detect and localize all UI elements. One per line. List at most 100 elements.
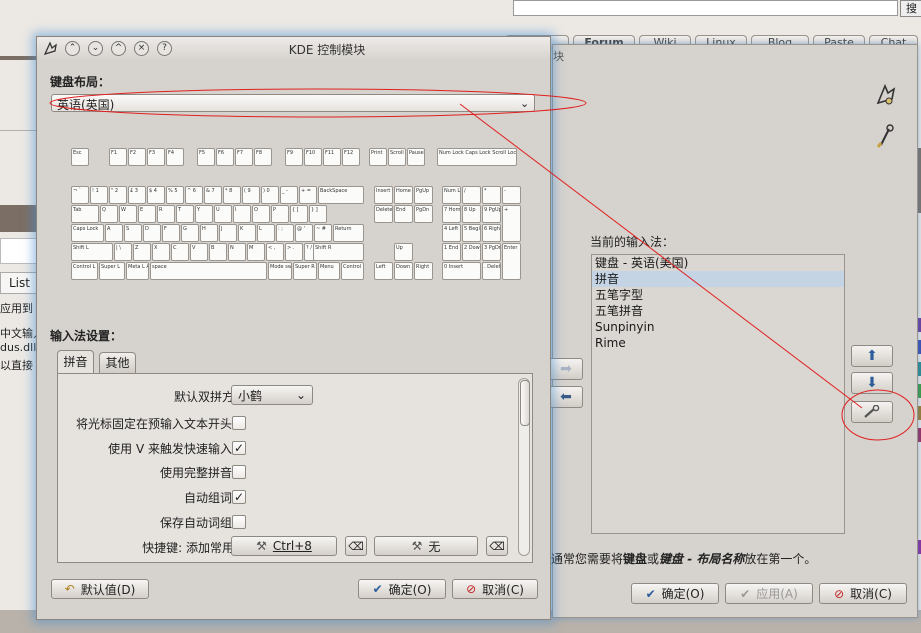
search-button[interactable]: 搜 <box>900 0 921 17</box>
fix-cursor-checkbox[interactable] <box>232 416 246 430</box>
keyboard-key: Tab <box>71 205 99 223</box>
bg-tab-list[interactable]: List <box>0 272 38 294</box>
v-quick-input-checkbox[interactable]: ✓ <box>232 441 246 455</box>
keyboard-key: F <box>162 224 180 242</box>
cancel-button[interactable]: ⊘ 取消(C) <box>819 583 907 604</box>
keyboard-key: : ; <box>276 224 294 242</box>
alt-shortcut-value: 无 <box>428 539 441 554</box>
auto-phrase-checkbox[interactable]: ✓ <box>232 490 246 504</box>
current-im-list[interactable]: 键盘 - 英语(美国) 拼音 五笔字型 五笔拼音 Sunpinyin Rime <box>591 254 845 534</box>
keyboard-layout-select[interactable]: 英语(英国) ⌄ <box>51 94 535 112</box>
keyboard-layout-label: 键盘布局： <box>50 75 111 89</box>
clear-shortcut-button[interactable]: ⌫ <box>345 536 367 556</box>
apply-button[interactable]: ✔ 应用(A) <box>725 583 813 604</box>
clear-alt-shortcut-button[interactable]: ⌫ <box>486 536 508 556</box>
keyboard-key: { [ <box>290 205 308 223</box>
keyboard-key: Print <box>369 148 387 166</box>
hint-part: 键盘 <box>623 552 648 566</box>
keyboard-key: $ 4 <box>147 186 165 204</box>
keyboard-key: Pause <box>407 148 425 166</box>
keyboard-key: 4 Left <box>442 224 461 242</box>
keyboard-key: D <box>143 224 161 242</box>
shortcut-button[interactable]: ⚒ Ctrl+8 <box>231 536 337 556</box>
keyboard-key: N <box>228 243 246 261</box>
pinyin-settings-panel: 默认双拼方案 小鹤 ⌄ 将光标固定在预输入文本开头 使用 V 来触发快速输入 ✓ … <box>57 373 533 563</box>
keyboard-key: & 7 <box>204 186 222 204</box>
full-pinyin-checkbox[interactable] <box>232 465 246 479</box>
chevron-down-icon: ⌄ <box>520 97 530 110</box>
move-up-button[interactable]: ⬆ <box>851 345 893 367</box>
keyboard-key: M <box>247 243 265 261</box>
keyboard-key: > . <box>285 243 303 261</box>
hint-part: 或 <box>647 552 660 566</box>
close-icon[interactable]: × <box>134 41 149 56</box>
search-input[interactable] <box>513 0 898 16</box>
ok-button[interactable]: ✔ 确定(O) <box>358 579 446 599</box>
keyboard-key: F6 <box>216 148 234 166</box>
keyboard-key: Caps Lock <box>71 224 104 242</box>
keyboard-key: Y <box>195 205 213 223</box>
keyboard-key: F5 <box>197 148 215 166</box>
keyboard-key: 7 Home <box>442 205 461 223</box>
backspace-icon: ⌫ <box>489 539 505 553</box>
remove-im-button[interactable]: ⬅ <box>549 386 583 408</box>
im-list-item[interactable]: 五笔字型 <box>592 287 844 303</box>
help-icon[interactable]: ? <box>157 41 172 56</box>
keyboard-key: % 5 <box>166 186 184 204</box>
save-phrase-checkbox[interactable] <box>232 515 246 529</box>
keyboard-key: Home <box>394 186 413 204</box>
keyboard-key: 6 Right <box>482 224 501 242</box>
im-list-item-selected[interactable]: 拼音 <box>592 271 844 287</box>
keyboard-key: L <box>257 224 275 242</box>
cancel-button[interactable]: ⊘ 取消(C) <box>452 579 538 599</box>
keyboard-tool-icon[interactable] <box>875 83 897 110</box>
keyboard-key: T <box>176 205 194 223</box>
title-bar[interactable]: ⌃ ⌄ ^ × ? KDE 控制模块 <box>37 37 550 61</box>
keyboard-key: Menu <box>318 262 340 280</box>
configure-tool-icon[interactable] <box>873 123 895 152</box>
cancel-icon: ⊘ <box>466 582 477 596</box>
arrow-up-icon: ⬆ <box>866 348 878 364</box>
keyboard-key: PgDn <box>414 205 433 223</box>
ok-label: 确定(O) <box>661 587 705 601</box>
keyboard-key: Insert <box>374 186 393 204</box>
keyboard-key: Num Lock <box>442 186 461 204</box>
keep-below-icon[interactable]: ⌄ <box>88 41 103 56</box>
tab-other[interactable]: 其他 <box>99 352 136 373</box>
keyboard-key: Shift L <box>71 243 113 261</box>
keyboard-layout-value: 英语(英国) <box>57 98 115 112</box>
full-pinyin-label: 使用完整拼音 <box>159 466 232 480</box>
keyboard-key: F1 <box>109 148 127 166</box>
alt-shortcut-button[interactable]: ⚒ 无 <box>374 536 478 556</box>
keyboard-key: £ 3 <box>128 186 146 204</box>
arrow-right-icon: ➡ <box>560 361 572 377</box>
defaults-button[interactable]: ↶ 默认值(D) <box>51 579 149 599</box>
add-im-button[interactable]: ➡ <box>549 358 583 380</box>
bg-tab-list-label: List <box>9 276 30 290</box>
keyboard-key: F11 <box>323 148 341 166</box>
ok-button[interactable]: ✔ 确定(O) <box>631 583 719 604</box>
configure-im-button[interactable] <box>851 401 893 423</box>
scrollbar-thumb[interactable] <box>520 380 530 426</box>
keyboard-key: } ] <box>309 205 327 223</box>
maximize-icon[interactable]: ^ <box>111 41 126 56</box>
im-list-item[interactable]: Sunpinyin <box>592 319 844 335</box>
keyboard-key: ¬ ` <box>71 186 89 204</box>
keep-above-icon[interactable]: ⌃ <box>65 41 80 56</box>
keyboard-preview: Esc F1 F2 F3 F4 F5 F6 F7 F8 F9 F10 F11 F12 Print Scrol… <box>63 142 523 292</box>
im-list-item[interactable]: 五笔拼音 <box>592 303 844 319</box>
bg-text-line: 中文输入 <box>0 327 36 340</box>
defaults-label: 默认值(D) <box>80 582 136 597</box>
move-down-button[interactable]: ⬇ <box>851 372 893 394</box>
keyboard-key: G <box>181 224 199 242</box>
im-list-item[interactable]: 键盘 - 英语(美国) <box>592 255 844 271</box>
bg-strip <box>0 56 40 60</box>
keyboard-key: 5 Begin <box>462 224 481 242</box>
tab-pinyin[interactable]: 拼音 <box>57 350 94 373</box>
double-pinyin-select[interactable]: 小鹤 ⌄ <box>231 385 313 405</box>
settings-scrollbar[interactable] <box>518 378 530 556</box>
cancel-label: 取消(C) <box>850 587 892 601</box>
bg-divider <box>0 130 40 131</box>
im-list-item[interactable]: Rime <box>592 335 844 351</box>
keyboard-key: * 8 <box>223 186 241 204</box>
